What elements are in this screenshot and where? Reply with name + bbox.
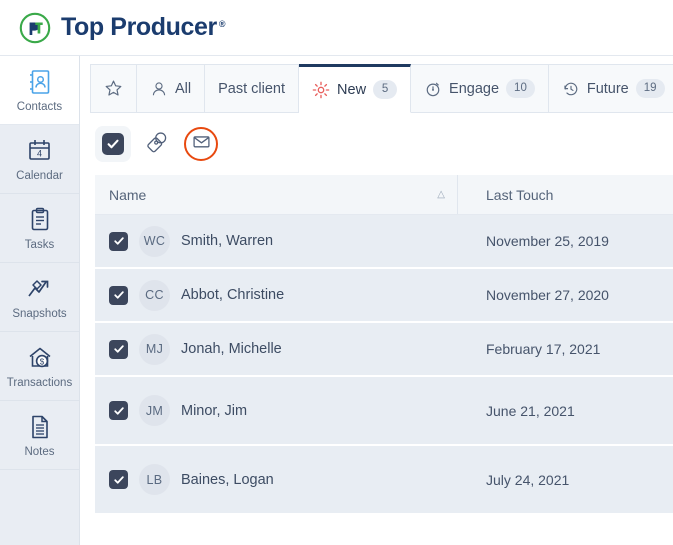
tab-badge: 5 bbox=[373, 80, 398, 99]
sidebar-item-label: Contacts bbox=[16, 100, 63, 113]
avatar: MJ bbox=[139, 333, 170, 365]
column-label: Name bbox=[109, 186, 147, 203]
table-row[interactable]: JM Minor, Jim June 21, 2021 bbox=[95, 377, 673, 446]
table-header-row: Name △ Last Touch bbox=[95, 175, 673, 215]
contact-name: Smith, Warren bbox=[181, 233, 274, 249]
avatar: WC bbox=[139, 225, 170, 257]
brand-name: Top Producer bbox=[61, 13, 217, 41]
contact-name: Jonah, Michelle bbox=[181, 341, 282, 357]
tab-badge: 10 bbox=[506, 79, 535, 98]
checkbox-checked-icon bbox=[102, 133, 124, 155]
tag-icon bbox=[145, 129, 170, 159]
sidebar-item-label: Tasks bbox=[24, 238, 55, 251]
avatar: LB bbox=[139, 464, 170, 495]
column-label: Last Touch bbox=[486, 186, 554, 203]
tag-button[interactable] bbox=[139, 126, 175, 162]
sidebar-item-label: Calendar bbox=[16, 169, 63, 182]
tab-new[interactable]: New 5 bbox=[299, 64, 412, 113]
sidebar-nav: Contacts 4 Calendar Tasks Snapshots $ Tr… bbox=[0, 56, 80, 545]
cell-last-touch: June 21, 2021 bbox=[486, 402, 575, 419]
cell-name: JM Minor, Jim bbox=[95, 395, 458, 426]
tab-engage[interactable]: Engage 10 bbox=[411, 64, 549, 113]
avatar: JM bbox=[139, 395, 170, 426]
row-checkbox[interactable] bbox=[109, 231, 128, 251]
row-checkbox[interactable] bbox=[109, 285, 128, 305]
column-header-last-touch[interactable]: Last Touch bbox=[458, 175, 673, 214]
column-header-name[interactable]: Name △ bbox=[95, 175, 458, 214]
filter-tabs: All Past client New 5 Engage 10 Future 1… bbox=[80, 56, 673, 113]
sidebar-item-transactions[interactable]: $ Transactions bbox=[0, 332, 79, 401]
cell-name: LB Baines, Logan bbox=[95, 464, 458, 495]
sidebar-item-contacts[interactable]: Contacts bbox=[0, 56, 79, 125]
sidebar-item-label: Notes bbox=[24, 445, 55, 458]
sidebar-item-label: Transactions bbox=[6, 376, 73, 389]
sidebar-item-notes[interactable]: Notes bbox=[0, 401, 79, 470]
transactions-icon: $ bbox=[26, 343, 54, 373]
cell-name: CC Abbot, Christine bbox=[95, 279, 458, 311]
list-toolbar bbox=[80, 113, 673, 175]
tab-label: New bbox=[337, 81, 367, 98]
tab-past-client[interactable]: Past client bbox=[205, 64, 300, 113]
email-button[interactable] bbox=[183, 126, 219, 162]
contact-name: Abbot, Christine bbox=[181, 287, 285, 303]
sort-ascending-icon: △ bbox=[437, 189, 445, 200]
tp-monogram-icon bbox=[18, 11, 52, 45]
cell-last-touch: February 17, 2021 bbox=[486, 341, 601, 357]
email-highlight-ring bbox=[184, 127, 218, 161]
tab-label: Engage bbox=[449, 80, 500, 97]
table-row[interactable]: LB Baines, Logan July 24, 2021 bbox=[95, 446, 673, 515]
table-body: WC Smith, Warren November 25, 2019 CC Ab… bbox=[95, 215, 673, 545]
stopwatch-icon bbox=[424, 80, 442, 98]
person-icon bbox=[150, 80, 168, 98]
contact-name: Baines, Logan bbox=[181, 471, 274, 488]
table-row[interactable]: CC Abbot, Christine November 27, 2020 bbox=[95, 269, 673, 323]
row-checkbox[interactable] bbox=[109, 339, 128, 359]
tasks-icon bbox=[28, 205, 52, 235]
row-checkbox[interactable] bbox=[109, 401, 128, 420]
cell-name: MJ Jonah, Michelle bbox=[95, 333, 458, 365]
main-content: All Past client New 5 Engage 10 Future 1… bbox=[80, 56, 673, 545]
tab-all[interactable]: All bbox=[137, 64, 206, 113]
table-row[interactable]: MJ Jonah, Michelle February 17, 2021 bbox=[95, 323, 673, 377]
svg-text:4: 4 bbox=[37, 148, 42, 158]
envelope-icon bbox=[192, 132, 211, 156]
tab-badge: 19 bbox=[635, 79, 665, 98]
sidebar-item-calendar[interactable]: 4 Calendar bbox=[0, 125, 79, 194]
contact-name: Minor, Jim bbox=[181, 402, 248, 419]
tab-label: Future bbox=[586, 80, 629, 97]
sidebar-item-tasks[interactable]: Tasks bbox=[0, 194, 79, 263]
select-all-checkbox[interactable] bbox=[95, 126, 131, 162]
registered-mark: ® bbox=[218, 19, 226, 29]
notes-icon bbox=[28, 412, 52, 442]
avatar: CC bbox=[139, 279, 170, 311]
table-row[interactable]: WC Smith, Warren November 25, 2019 bbox=[95, 215, 673, 269]
cell-last-touch: July 24, 2021 bbox=[486, 471, 570, 488]
app-header: Top Producer ® bbox=[0, 0, 673, 56]
row-checkbox[interactable] bbox=[109, 470, 128, 489]
contacts-icon bbox=[27, 67, 52, 97]
star-icon bbox=[104, 79, 123, 98]
clock-back-icon bbox=[562, 80, 580, 98]
cell-name: WC Smith, Warren bbox=[95, 225, 458, 257]
svg-text:$: $ bbox=[39, 357, 44, 366]
cell-last-touch: November 27, 2020 bbox=[486, 287, 609, 303]
tab-label: All bbox=[175, 80, 192, 97]
contacts-table: Name △ Last Touch WC Smith, Warren Novem… bbox=[80, 175, 673, 545]
sidebar-item-label: Snapshots bbox=[12, 307, 67, 320]
snapshots-icon bbox=[25, 274, 55, 304]
brand-title: Top Producer ® bbox=[61, 13, 226, 42]
tab-future[interactable]: Future 19 bbox=[548, 64, 673, 113]
tab-label: Past client bbox=[218, 80, 286, 97]
calendar-icon: 4 bbox=[26, 136, 53, 166]
cell-last-touch: November 25, 2019 bbox=[486, 233, 609, 249]
sunburst-icon bbox=[312, 81, 330, 99]
tab-favorites[interactable] bbox=[90, 64, 137, 113]
sidebar-item-snapshots[interactable]: Snapshots bbox=[0, 263, 79, 332]
